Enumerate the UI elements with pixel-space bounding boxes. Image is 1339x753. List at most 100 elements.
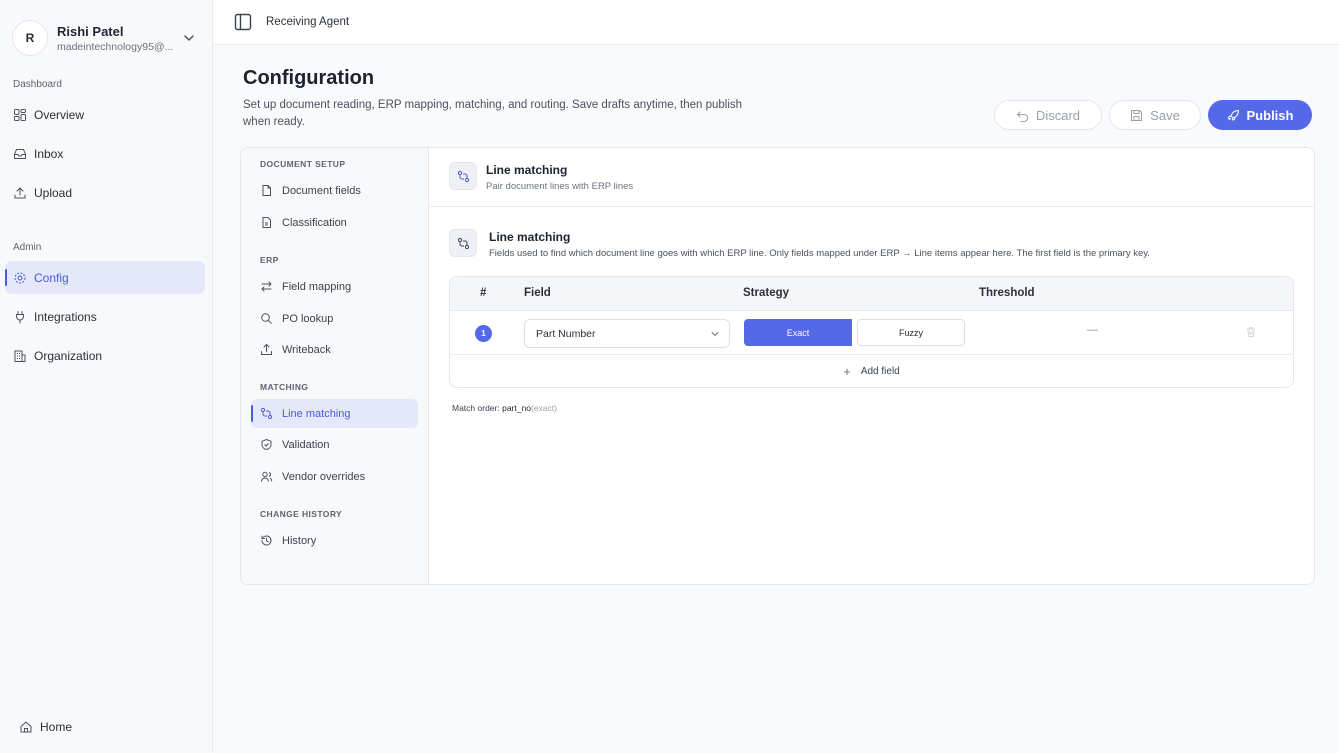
threshold-value: — <box>1087 324 1098 336</box>
sidebar-item-inbox[interactable]: Inbox <box>5 137 205 170</box>
chevron-down-icon <box>711 332 719 337</box>
page-title: Configuration <box>243 67 375 89</box>
subnav-item-label: Writeback <box>282 343 331 356</box>
plug-icon <box>13 310 27 324</box>
column-header-strategy: Strategy <box>743 287 790 299</box>
chevron-down-icon[interactable] <box>182 31 196 45</box>
user-menu[interactable]: R Rishi Patel madeintechnology95@... <box>12 18 202 58</box>
field-select[interactable]: Part Number <box>524 319 730 348</box>
building-icon <box>13 349 27 363</box>
subnav-item-classification[interactable]: Classification <box>251 208 418 237</box>
strategy-exact-button[interactable]: Exact <box>744 319 852 346</box>
match-order: Match order: part_no(exact) <box>452 403 557 413</box>
grid-icon <box>13 108 27 122</box>
main-content: Configuration Set up document reading, E… <box>213 45 1339 753</box>
subnav-item-label: Vendor overrides <box>282 470 366 483</box>
subnav-item-document-fields[interactable]: Document fields <box>251 176 418 205</box>
rocket-icon <box>1227 109 1240 122</box>
line-matching-panel: Line matching Pair document lines with E… <box>429 148 1314 584</box>
sidebar-item-config[interactable]: Config <box>5 261 205 294</box>
users-icon <box>260 470 273 483</box>
publish-label: Publish <box>1246 107 1294 123</box>
config-card: DOCUMENT SETUP Document fields Classific… <box>240 147 1315 585</box>
match-order-label: Match order: <box>452 403 500 413</box>
upload-icon <box>260 343 273 356</box>
column-header-field: Field <box>524 287 551 299</box>
shield-check-icon <box>260 438 273 451</box>
undo-icon <box>1016 109 1029 122</box>
subnav-item-history[interactable]: History <box>251 526 418 555</box>
user-email: madeintechnology95@... <box>57 40 174 53</box>
publish-button[interactable]: Publish <box>1208 100 1312 130</box>
field-select-value: Part Number <box>536 327 596 340</box>
sidebar-item-integrations[interactable]: Integrations <box>5 300 205 333</box>
sidebar-item-label: Organization <box>34 348 103 363</box>
git-compare-icon <box>449 229 477 257</box>
config-subnav: DOCUMENT SETUP Document fields Classific… <box>241 148 429 584</box>
sidebar-item-label: Config <box>34 270 69 285</box>
match-order-key: part_no <box>502 403 531 413</box>
subnav-item-line-matching[interactable]: Line matching <box>251 399 418 428</box>
panel-header: Line matching Pair document lines with E… <box>429 148 1314 207</box>
sidebar-item-label: Home <box>40 719 73 734</box>
history-icon <box>260 534 273 547</box>
table-row: 1 Part Number Exact Fuzzy — <box>450 311 1293 355</box>
sidebar-item-upload[interactable]: Upload <box>5 176 205 209</box>
git-compare-icon <box>260 407 273 420</box>
home-icon <box>19 720 33 734</box>
top-bar: Receiving Agent <box>213 0 1339 45</box>
table-header: # Field Strategy Threshold <box>450 277 1293 311</box>
save-label: Save <box>1150 107 1180 123</box>
sidebar-item-organization[interactable]: Organization <box>5 339 205 372</box>
subnav-item-label: PO lookup <box>282 312 334 325</box>
match-order-mode: (exact) <box>530 403 557 413</box>
subnav-item-label: Classification <box>282 216 347 229</box>
sidebar-toggle-icon[interactable] <box>234 13 252 31</box>
inbox-icon <box>13 147 27 161</box>
panel-title: Line matching <box>486 163 568 177</box>
subnav-item-validation[interactable]: Validation <box>251 430 418 459</box>
file-tag-icon <box>260 216 273 229</box>
plus-icon: + <box>843 364 851 379</box>
discard-label: Discard <box>1035 107 1081 123</box>
row-index-badge: 1 <box>475 325 492 342</box>
file-icon <box>260 184 273 197</box>
save-icon <box>1130 109 1143 122</box>
subnav-item-writeback[interactable]: Writeback <box>251 335 418 364</box>
sidebar-item-label: Overview <box>34 107 85 122</box>
subnav-item-field-mapping[interactable]: Field mapping <box>251 272 418 301</box>
strategy-fuzzy-button[interactable]: Fuzzy <box>857 319 965 346</box>
save-button[interactable]: Save <box>1109 100 1201 130</box>
subnav-item-label: History <box>282 534 317 547</box>
trash-icon[interactable] <box>1245 326 1257 338</box>
section-title: Line matching <box>489 230 571 244</box>
subnav-item-po-lookup[interactable]: PO lookup <box>251 304 418 333</box>
section-label-admin: Admin <box>13 242 42 253</box>
subnav-item-label: Field mapping <box>282 280 352 293</box>
column-header-threshold: Threshold <box>979 287 1035 299</box>
discard-button[interactable]: Discard <box>994 100 1102 130</box>
sidebar-item-label: Inbox <box>34 146 64 161</box>
sidebar-item-label: Integrations <box>34 309 97 324</box>
search-icon <box>260 312 273 325</box>
sidebar-item-label: Upload <box>34 185 73 200</box>
sidebar-item-home[interactable]: Home <box>11 710 211 743</box>
add-field-button[interactable]: + Add field <box>450 355 1293 387</box>
column-header-index: # <box>480 287 487 299</box>
arrows-left-right-icon <box>260 280 273 293</box>
line-matching-table: # Field Strategy Threshold 1 Part Number… <box>449 276 1294 388</box>
sidebar-item-overview[interactable]: Overview <box>5 98 205 131</box>
section-description: Fields used to find which document line … <box>489 248 1150 259</box>
subnav-item-label: Validation <box>282 438 330 451</box>
page-description: Set up document reading, ERP mapping, ma… <box>243 99 743 128</box>
subnav-section-matching: MATCHING <box>260 382 309 392</box>
breadcrumb: Receiving Agent <box>266 16 350 28</box>
subnav-section-document-setup: DOCUMENT SETUP <box>260 159 346 169</box>
subnav-item-vendor-overrides[interactable]: Vendor overrides <box>251 462 418 491</box>
user-name: Rishi Patel <box>57 23 124 39</box>
subnav-section-erp: ERP <box>260 255 279 265</box>
section-label-dashboard: Dashboard <box>13 79 62 90</box>
subnav-item-label: Line matching <box>282 407 351 420</box>
git-compare-icon <box>449 162 477 190</box>
upload-icon <box>13 186 27 200</box>
